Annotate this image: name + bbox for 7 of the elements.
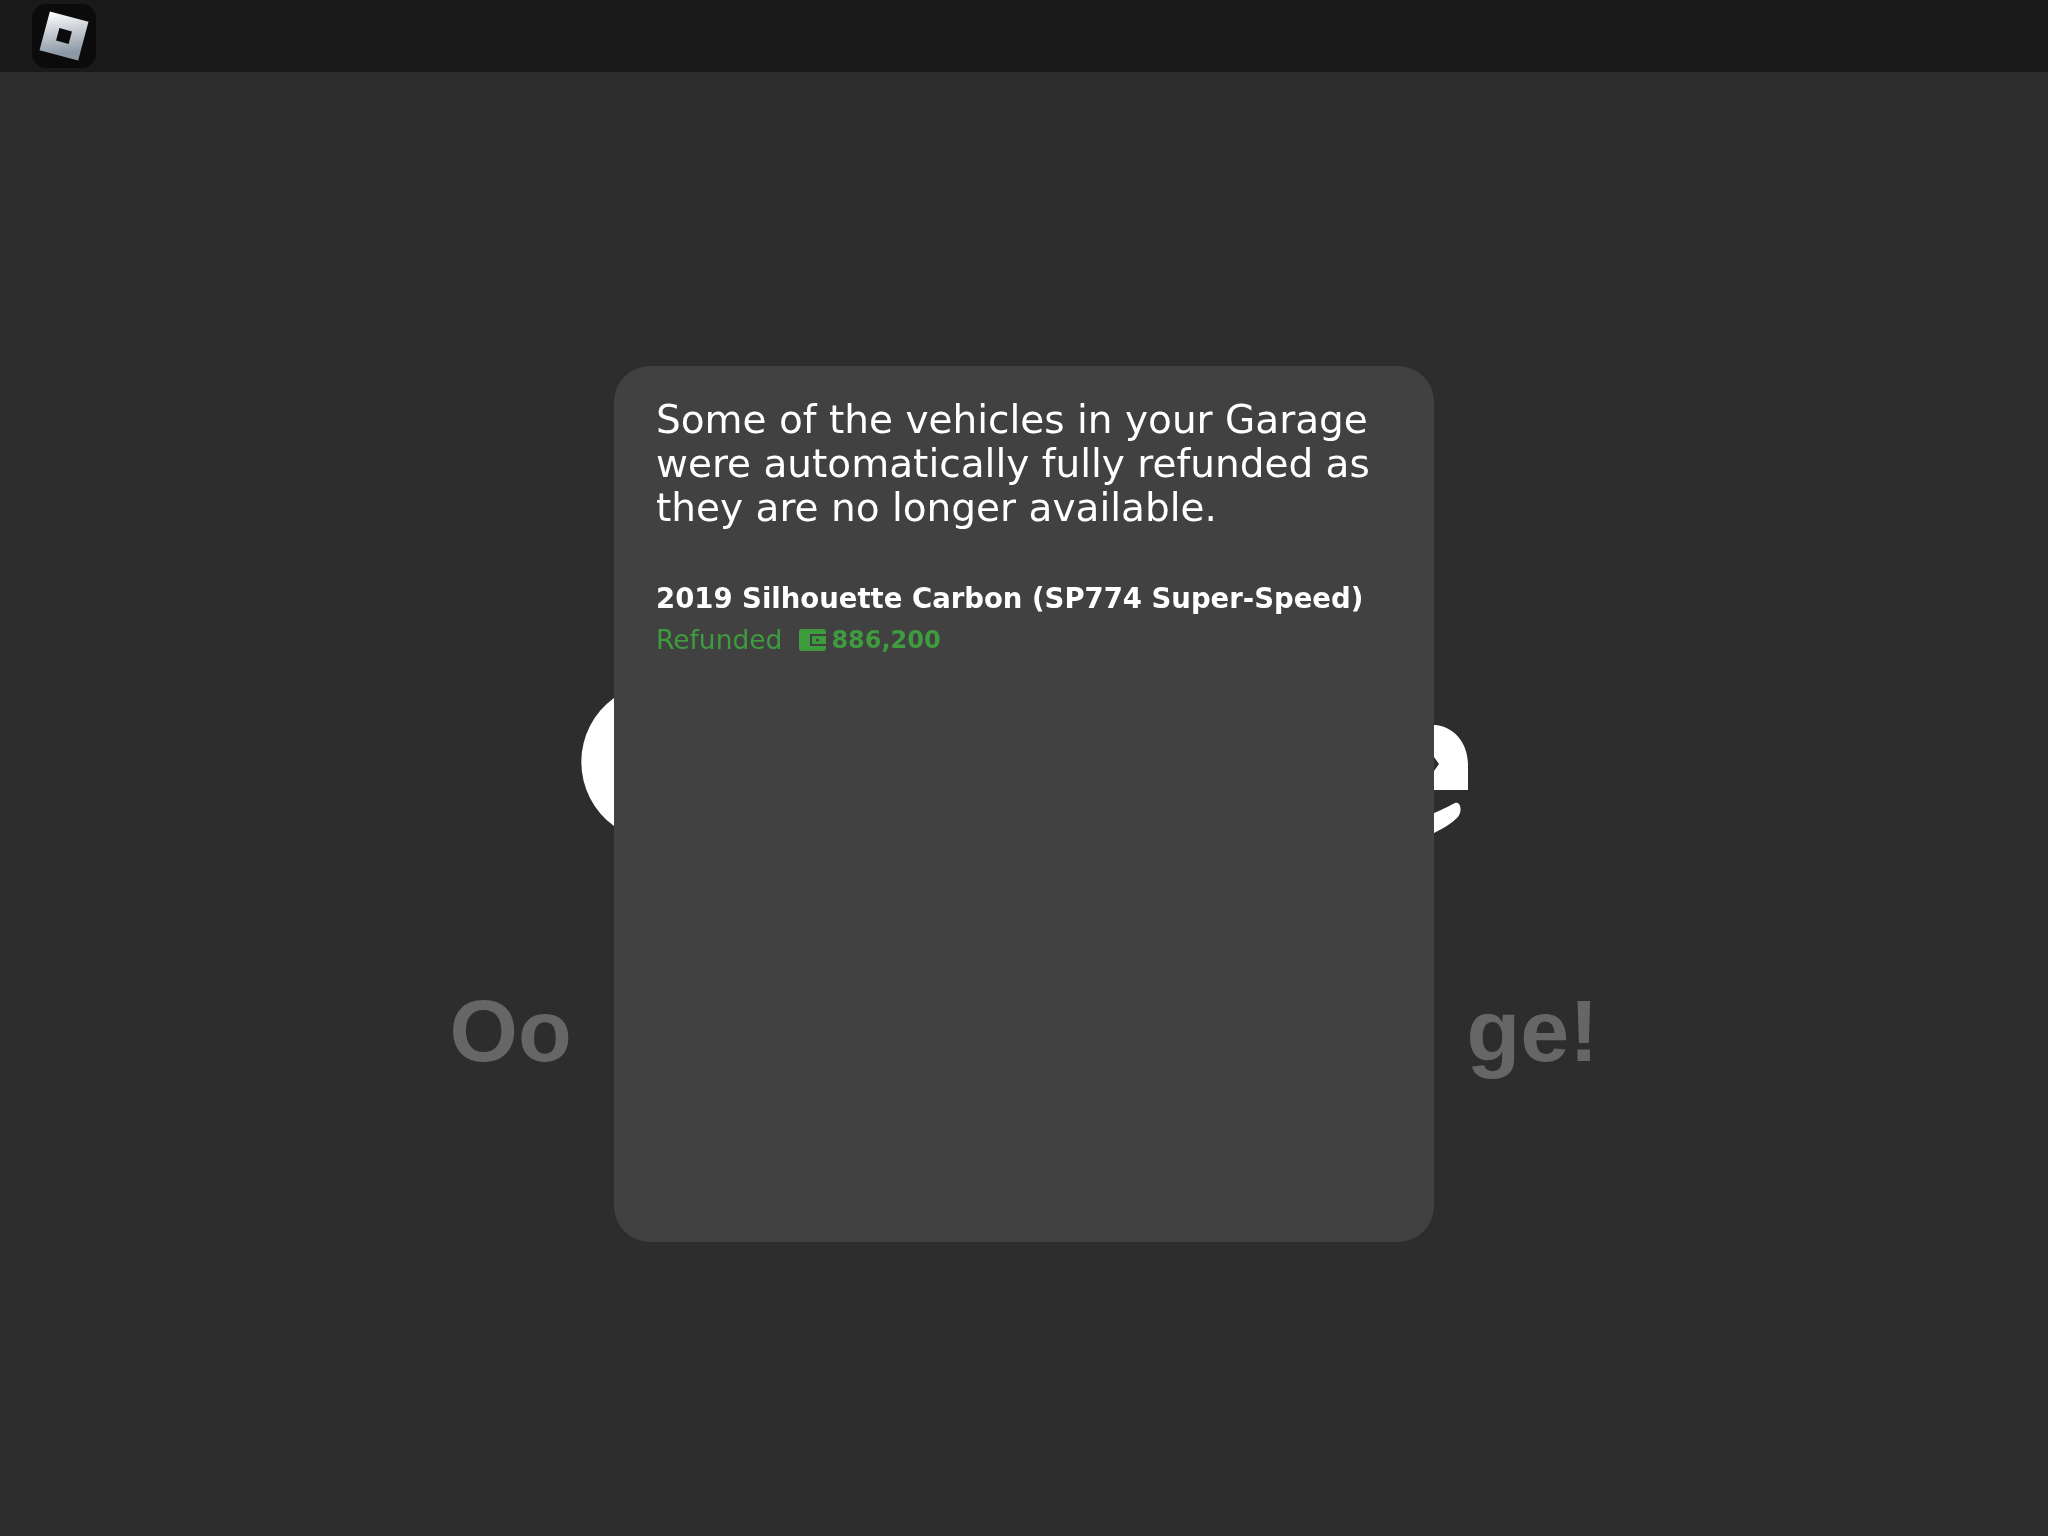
refund-amount: 886,200 [831,625,941,656]
vehicle-name: 2019 Silhouette Carbon (SP774 Super-Speed) [656,582,1365,615]
dialog-message: Some of the vehicles in your Garage were automatically fully refunded as they are no longer available. [656,398,1371,530]
heading-text: Oo [449,987,572,1075]
wallet-icon [799,629,827,651]
refund-status: Refunded [656,624,783,656]
logo-icon[interactable] [32,4,96,68]
